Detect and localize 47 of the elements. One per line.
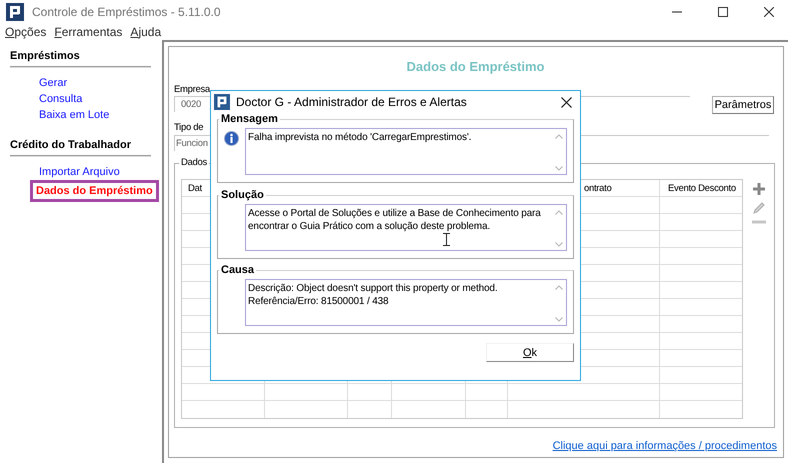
message-box[interactable]: Falha imprevista no método 'CarregarEmprestimos'. (245, 128, 567, 175)
group-title: Solução (220, 189, 265, 201)
group-title: Mensagem (220, 113, 279, 125)
scroll-down-icon[interactable] (555, 242, 563, 247)
info-icon (224, 131, 239, 146)
sidebar-link[interactable]: Dados do Empréstimo (30, 180, 159, 202)
scroll-up-icon[interactable] (555, 134, 563, 139)
window-title: Controle de Empréstimos - 5.11.0.0 (32, 5, 221, 19)
scroll-up-icon[interactable] (555, 285, 563, 290)
ok-button[interactable]: Ok (486, 343, 574, 362)
scroll-down-icon[interactable] (555, 166, 563, 171)
info-link[interactable]: Clique aqui para informações / procedimentos (552, 440, 777, 452)
remove-icon[interactable] (752, 220, 766, 224)
menu-item[interactable]: Opções (5, 25, 46, 39)
sidebar-link[interactable]: Consulta (36, 91, 86, 107)
message-text: Descrição: Object doesn't support this property or method. (248, 282, 498, 295)
message-text: Falha imprevista no método 'CarregarEmprestimos'. (248, 131, 472, 144)
message-box[interactable]: Descrição: Object doesn't support this property or method. Referência/Erro: 81500001 / 438 (245, 279, 567, 326)
section-title: Empréstimos (10, 50, 81, 64)
field-label: Empresa (174, 84, 210, 95)
sidebar-link[interactable]: Importar Arquivo (36, 164, 123, 180)
scroll-up-icon[interactable] (555, 210, 563, 215)
sidebar-link[interactable]: Baixa em Lote (36, 107, 112, 123)
column-header[interactable]: Dat (188, 182, 202, 194)
menu-item[interactable]: Ferramentas (54, 25, 122, 39)
close-icon[interactable] (561, 96, 572, 108)
dialog-title: Doctor G - Administrador de Erros e Alertas (236, 95, 467, 109)
column-header[interactable]: ontrato (584, 182, 612, 194)
field-label: Tipo de (174, 122, 204, 133)
message-box[interactable]: Acesse o Portal de Soluções e utilize a Base de Conhecimento para encontrar o Guia Prático com a solução deste problema. (245, 204, 567, 251)
sidebar-link[interactable]: Gerar (36, 75, 70, 91)
page-title: Dados do Empréstimo (406, 59, 546, 76)
column-header[interactable]: Evento Desconto (668, 182, 736, 194)
section-title: Crédito do Trabalhador (10, 139, 132, 153)
scroll-down-icon[interactable] (555, 317, 563, 322)
menu-item[interactable]: Ajuda (130, 25, 162, 39)
maximize-icon[interactable] (718, 7, 728, 17)
add-icon[interactable] (752, 182, 766, 196)
message-text: Referência/Erro: 81500001 / 438 (248, 295, 390, 308)
app-logo-icon (6, 3, 24, 21)
app-logo-icon (214, 94, 230, 110)
parameters-button[interactable]: Parâmetros (712, 96, 774, 114)
text-cursor-icon (443, 233, 450, 246)
close-icon[interactable] (764, 7, 774, 17)
group-title: Causa (220, 264, 256, 276)
pencil-icon[interactable] (752, 201, 766, 215)
message-text: Acesse o Portal de Soluções e utilize a Base de Conhecimento para encontrar o Guia Prático com a solução deste problema. (248, 207, 542, 233)
